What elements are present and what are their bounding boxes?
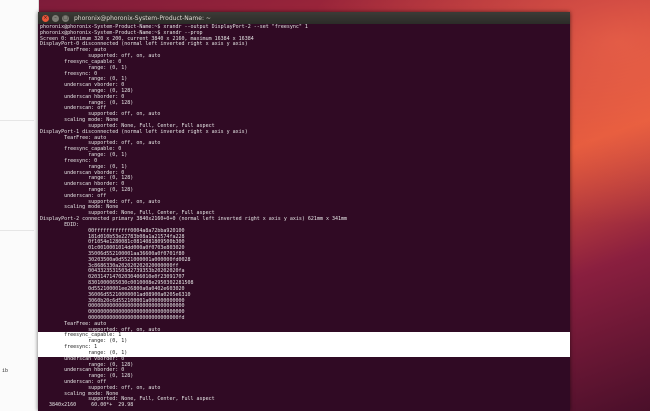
window-title: phoronix@phoronix-System-Product-Name: ~	[74, 14, 211, 22]
maximize-icon[interactable]: □	[62, 14, 69, 22]
terminal-window[interactable]: × – □ phoronix@phoronix-System-Product-N…	[38, 12, 570, 411]
divider	[0, 230, 34, 231]
terminal-titlebar[interactable]: × – □ phoronix@phoronix-System-Product-N…	[38, 12, 570, 24]
divider	[0, 120, 34, 121]
window-text-fragment: ib	[2, 368, 9, 374]
terminal-line-text: 3840x2160 60.00*+ 29.98	[40, 402, 134, 409]
close-icon[interactable]: ×	[42, 14, 49, 22]
minimize-icon[interactable]: –	[52, 14, 59, 22]
background-window[interactable]: ib	[0, 0, 39, 411]
terminal-line: 3840x2160 60.00*+ 29.98	[38, 402, 570, 409]
terminal-output[interactable]: phoronix@phoronix-System-Product-Name:~$…	[38, 24, 570, 411]
